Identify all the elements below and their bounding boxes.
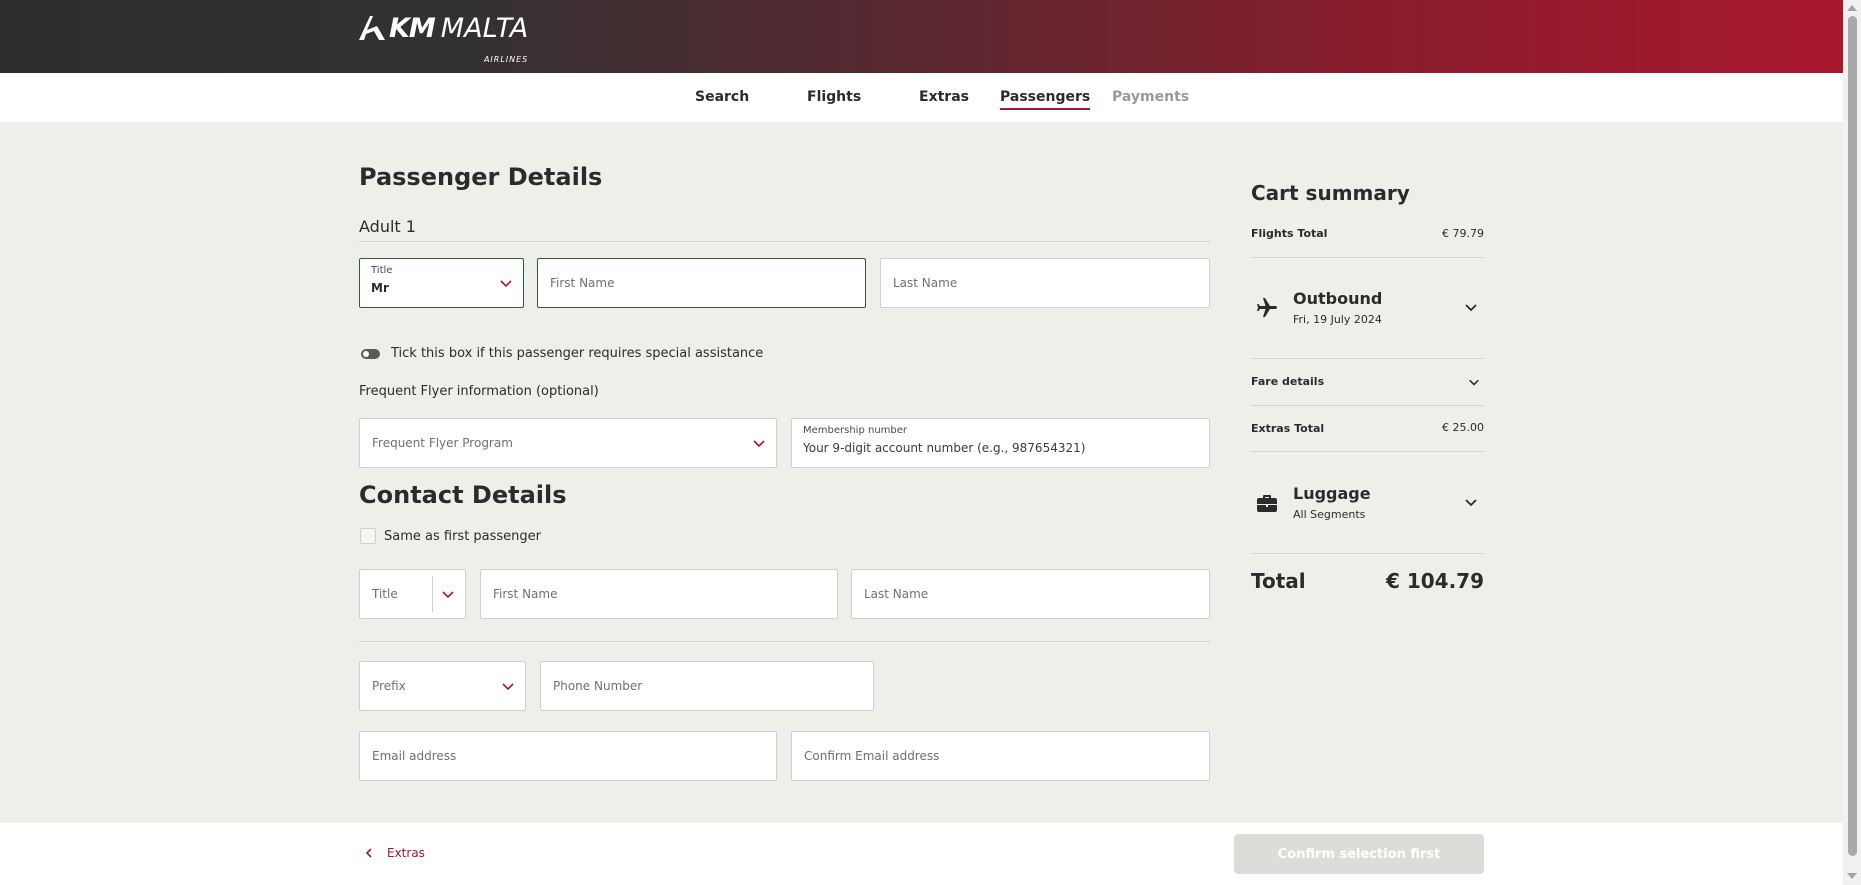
cart-separator	[1251, 553, 1484, 554]
email-placeholder: Email address	[372, 749, 457, 763]
step-extras[interactable]: Extras	[919, 89, 969, 105]
ff-program-placeholder: Frequent Flyer Program	[372, 436, 513, 450]
total-label: Total	[1251, 569, 1306, 593]
step-passengers[interactable]: Passengers	[1000, 89, 1091, 110]
km-malta-logo[interactable]: KM MALTA AIRLINES	[357, 12, 529, 64]
extras-total-label: Extras Total	[1251, 422, 1325, 435]
chevron-down-icon	[752, 436, 766, 450]
title-select-separator	[432, 576, 433, 612]
logo-km-text: KM	[389, 13, 436, 44]
contact-last-name-placeholder: Last Name	[864, 587, 929, 601]
passenger-title-label: Title	[371, 265, 393, 276]
cart-separator	[1251, 405, 1484, 406]
back-to-extras-link[interactable]: Extras	[363, 846, 425, 860]
logo-airlines-text: AIRLINES	[483, 55, 529, 64]
extras-total-value: € 25.00	[1442, 421, 1484, 434]
passenger-last-name-input[interactable]: Last Name	[880, 258, 1210, 308]
booking-steps-nav: Search Flights Extras Passengers Payment…	[0, 73, 1843, 122]
outbound-date: Fri, 19 July 2024	[1293, 313, 1382, 326]
confirm-selection-button[interactable]: Confirm selection first	[1234, 834, 1484, 874]
step-flights[interactable]: Flights	[807, 89, 861, 105]
contact-details-heading: Contact Details	[359, 481, 567, 509]
scroll-thumb[interactable]	[1848, 16, 1857, 856]
step-search[interactable]: Search	[695, 89, 749, 105]
membership-placeholder: Your 9-digit account number (e.g., 98765…	[803, 441, 1086, 455]
last-name-placeholder: Last Name	[893, 276, 958, 290]
first-name-placeholder: First Name	[550, 276, 615, 290]
confirm-email-input[interactable]: Confirm Email address	[791, 731, 1210, 781]
total-value: € 104.79	[1385, 569, 1484, 593]
phone-number-input[interactable]: Phone Number	[540, 661, 874, 711]
contact-first-name-placeholder: First Name	[493, 587, 558, 601]
adult-label: Adult 1	[359, 217, 416, 236]
passenger-title-select[interactable]: Title Mr	[359, 258, 524, 308]
km-malta-logo-icon	[357, 12, 387, 46]
briefcase-icon	[1255, 491, 1279, 515]
page-scrollbar[interactable]	[1843, 0, 1861, 885]
luggage-expand-chevron-icon[interactable]	[1464, 495, 1478, 509]
cart-separator	[1251, 257, 1484, 258]
top-header: KM MALTA AIRLINES	[0, 0, 1843, 73]
scroll-down-arrow-icon[interactable]	[1847, 873, 1857, 879]
back-label: Extras	[387, 846, 425, 860]
contact-last-name-input[interactable]: Last Name	[851, 569, 1210, 619]
prefix-placeholder: Prefix	[372, 679, 406, 693]
chevron-down-icon	[499, 276, 513, 290]
flights-total-label: Flights Total	[1251, 227, 1328, 240]
membership-label: Membership number	[803, 425, 908, 436]
outbound-title: Outbound	[1293, 289, 1383, 308]
same-as-first-label: Same as first passenger	[384, 529, 542, 544]
outbound-expand-chevron-icon[interactable]	[1464, 300, 1478, 314]
bottom-action-bar	[0, 823, 1843, 885]
phone-prefix-select[interactable]: Prefix	[359, 661, 526, 711]
step-payments: Payments	[1112, 89, 1190, 105]
logo-malta-word: MALTA	[440, 13, 529, 44]
scroll-up-arrow-icon[interactable]	[1847, 5, 1857, 11]
chevron-left-icon	[365, 848, 372, 858]
contact-first-name-input[interactable]: First Name	[480, 569, 838, 619]
cart-summary-title: Cart summary	[1251, 181, 1410, 205]
same-as-first-checkbox[interactable]	[360, 528, 376, 544]
chevron-down-icon	[501, 679, 515, 693]
fare-details-label[interactable]: Fare details	[1251, 375, 1324, 388]
contact-divider	[359, 641, 1210, 642]
flights-total-value: € 79.79	[1442, 227, 1484, 240]
frequent-flyer-heading: Frequent Flyer information (optional)	[359, 384, 599, 399]
contact-title-placeholder: Title	[372, 587, 398, 601]
adult-divider	[359, 241, 1210, 242]
cart-separator	[1251, 358, 1484, 359]
cart-separator	[1251, 451, 1484, 452]
fare-details-chevron-icon[interactable]	[1468, 376, 1480, 388]
luggage-sub: All Segments	[1293, 508, 1366, 521]
membership-number-input[interactable]: Membership number Your 9-digit account n…	[791, 418, 1210, 468]
passenger-details-heading: Passenger Details	[359, 163, 603, 191]
passenger-title-value: Mr	[371, 281, 389, 295]
confirm-email-placeholder: Confirm Email address	[804, 749, 940, 763]
email-input[interactable]: Email address	[359, 731, 777, 781]
special-assistance-toggle[interactable]	[361, 349, 380, 359]
chevron-down-icon	[441, 587, 455, 601]
luggage-title: Luggage	[1293, 484, 1371, 503]
phone-placeholder: Phone Number	[553, 679, 643, 693]
airplane-icon	[1255, 296, 1279, 320]
logo-malta-text: MALTA AIRLINES	[440, 12, 529, 64]
contact-title-select[interactable]: Title	[359, 569, 466, 619]
passenger-first-name-input[interactable]: First Name	[537, 258, 866, 308]
special-assistance-label: Tick this box if this passenger requires…	[391, 346, 764, 361]
frequent-flyer-program-select[interactable]: Frequent Flyer Program	[359, 418, 777, 468]
